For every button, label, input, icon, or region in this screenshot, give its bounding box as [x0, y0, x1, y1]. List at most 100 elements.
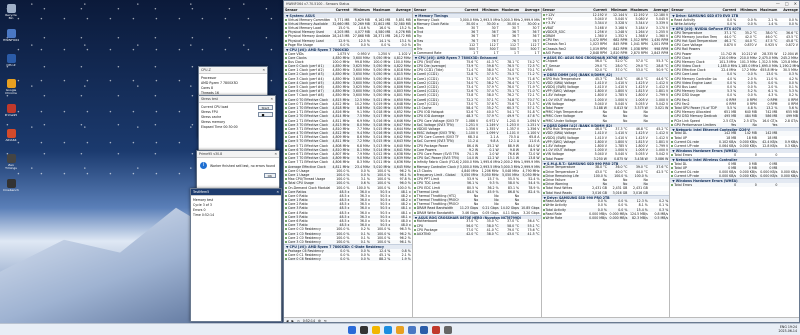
desktop-icon[interactable]: AIDA64 [3, 129, 19, 142]
column-header[interactable]: Average [778, 8, 799, 12]
sensor-row[interactable]: Current UP rate 0.064 KB/s 0.000 KB/s 12.8 … [670, 144, 799, 148]
taskbar-app-icon[interactable] [408, 326, 416, 334]
column-header[interactable]: Minimum [479, 8, 499, 12]
column-header[interactable]: Minimum [350, 8, 370, 12]
sensor-label: DRAM Write Bandwidth [413, 211, 459, 215]
sensor-row[interactable]: Page File Usage 0.0 % 0.0 % 0.0 % 0.0 % [284, 43, 412, 47]
close-icon[interactable]: ✕ [794, 2, 797, 6]
taskbar-app-icon[interactable] [348, 326, 356, 334]
sensor-icon [542, 30, 545, 33]
sensor-row[interactable]: Command Rate 1 T 1 T 1 T 1 T [413, 51, 541, 55]
sensor-icon [542, 153, 545, 156]
close-icon[interactable]: ✕ [262, 68, 265, 72]
column-header[interactable]: Sensor [284, 8, 330, 12]
sensor-row[interactable]: GPU Performance Limiters Yes No Yes [670, 122, 799, 127]
desktop-icon[interactable]: Prime95 [3, 104, 19, 117]
sensor-value: 0.000 KB/s [739, 144, 757, 149]
column-header[interactable]: Maximum [371, 8, 391, 12]
sensor-icon [413, 157, 416, 160]
column-header[interactable]: Current [587, 8, 607, 12]
taskbar-app-icon[interactable] [420, 326, 428, 334]
column-header[interactable]: Average [649, 8, 669, 12]
sensor-row[interactable]: Current UP rate 0.000 KB/s 0.000 KB/s 0.000… [670, 174, 799, 179]
tray-lang: ENG [779, 325, 787, 329]
taskbar-app-icon[interactable] [384, 326, 392, 334]
back-icon[interactable]: ◀ [286, 319, 288, 323]
sensor-panel-4[interactable]: Sensor Current Minimum Maximum Average ▼ Driv… [670, 8, 799, 317]
minimize-icon[interactable]: — [776, 2, 780, 6]
close-icon[interactable]: ✕ [270, 97, 273, 101]
column-header[interactable]: Minimum [608, 8, 628, 12]
column-header[interactable]: Average [520, 8, 540, 12]
sensor-row[interactable]: VRM 52.0 °C 37.0 °C 53.0 °C 50.9 °C [542, 68, 670, 72]
sensor-icon [671, 60, 674, 63]
reset-icon[interactable]: ⟲ [324, 319, 327, 323]
sensor-row[interactable]: Total Errors 0 0 0 [670, 153, 799, 157]
settings-icon[interactable]: ⚙ [318, 319, 321, 323]
column-header[interactable]: Maximum [758, 8, 779, 12]
hwinfo-window[interactable]: HWiNFO64 v7.70-5100 - Sensors Status — □ ✕ … [283, 0, 800, 323]
sensor-row[interactable]: Total Host Reads 3,016 GB 3,016 GB 3,016 GB [541, 190, 670, 195]
maximize-icon[interactable]: □ [785, 2, 789, 6]
desktop-icon[interactable]: CPU-Z [3, 54, 19, 67]
sensor-row[interactable]: Core 0 C6 Residency 0.0 % 0.0 % 88.2 % 1.9 % [284, 257, 412, 262]
sensor-icon [413, 144, 416, 147]
column-header[interactable]: Current [459, 8, 479, 12]
column-header[interactable]: Current [330, 8, 350, 12]
desktop-icon-label: CPU-Z [6, 63, 16, 67]
taskbar-app-icon[interactable] [396, 326, 404, 334]
desktop-icon[interactable]: Cinebench [3, 179, 19, 192]
taskbar-app-icon[interactable] [444, 326, 452, 334]
sensor-value: 0.05 Gbps [482, 210, 499, 215]
sensor-value: 0.064 KB/s [719, 144, 737, 149]
sensor-row[interactable]: Write Activity 0.0 % 0.0 % 1.4 % 0.0 % [670, 21, 799, 26]
system-tray[interactable]: ENG 19:24 2023-06-14 [778, 325, 797, 334]
sensor-icon [285, 77, 287, 80]
desktop-icon[interactable]: Recycle Bin [3, 4, 19, 20]
forward-icon[interactable]: ▶ [291, 319, 293, 323]
desktop-icon[interactable]: Zen Timings [3, 154, 19, 170]
taskbar-app-icon[interactable] [360, 326, 368, 334]
taskbar: ENG 19:24 2023-06-14 [0, 323, 800, 335]
column-header[interactable]: Maximum [500, 8, 520, 12]
prime95-dialog[interactable]: Prime95 v30.8 ✕ i Worker finished self-te… [196, 150, 280, 190]
sensor-value: 2,810 RPM [610, 50, 628, 55]
column-header[interactable]: Minimum [737, 8, 758, 12]
sensor-icon [542, 212, 545, 215]
sensor-row[interactable]: DRAM Write Bandwidth 3.46 Gbps 0.05 Gbps 4.… [413, 211, 541, 215]
desktop-icon[interactable]: Google Chrome [3, 79, 19, 95]
start-button[interactable]: Start [257, 105, 273, 110]
column-header[interactable]: Sensor [413, 8, 459, 12]
sensor-icon [542, 26, 545, 29]
sensor-row[interactable]: Core 3 C0 Residency 100.0 % 0.1 % 100.0 % 96… [284, 239, 412, 245]
memtest-window[interactable]: TestMem5 ✕ Memory test Cycle 3 of 3 Errors … [190, 188, 282, 322]
sensor-panel-1[interactable]: Sensor Current Minimum Maximum Average ▼ Syst… [284, 8, 413, 317]
column-header[interactable]: Sensor [542, 8, 588, 12]
sensor-row[interactable]: PMIC Under Voltage No No No [542, 119, 670, 123]
column-header[interactable]: Maximum [628, 8, 648, 12]
sensor-value: 0 [734, 182, 737, 187]
sensor-icon [542, 51, 545, 54]
column-header[interactable]: Average [391, 8, 411, 12]
taskbar-app-icon[interactable] [432, 326, 440, 334]
sensor-row[interactable]: AUXTIN0 42.0 °C 38.0 °C 43.0 °C 41.5 °C [412, 231, 541, 237]
close-icon[interactable]: ✕ [274, 152, 277, 156]
ok-button[interactable]: OK [263, 173, 276, 178]
sensor-row[interactable]: Write Rate 0.000 MB/s 0.000 MB/s 82.3 MB/s 0… [541, 216, 670, 221]
taskbar-app-icon[interactable] [372, 326, 380, 334]
sensor-panel-2[interactable]: Sensor Current Minimum Maximum Average ▼ Memo… [412, 8, 542, 317]
sensor-panel-3[interactable]: Sensor Current Minimum Maximum Average +12V 12… [541, 8, 671, 317]
sensor-icon [413, 161, 416, 164]
sensor-row[interactable]: AIO Pump 2,848 RPM 2,810 RPM 2,870 RPM 2,843… [542, 51, 670, 55]
sensor-icon [285, 90, 287, 93]
sensor-icon [285, 22, 287, 25]
sensor-icon [413, 81, 416, 84]
column-header[interactable]: Current [717, 8, 738, 12]
sensor-row[interactable]: Total Errors 0 0 0 [670, 182, 799, 188]
close-icon[interactable]: ✕ [276, 190, 279, 194]
sensor-label: Core 0 C6 Residency [284, 257, 330, 261]
sensor-row[interactable]: Total Power 3.250 W 0.875 W 3.438 W 3.086 W [541, 156, 670, 161]
column-header[interactable]: Sensor [670, 8, 716, 12]
desktop-icon[interactable]: HWiNFO64 [3, 29, 19, 42]
stop-button[interactable]: ■ [257, 112, 273, 117]
